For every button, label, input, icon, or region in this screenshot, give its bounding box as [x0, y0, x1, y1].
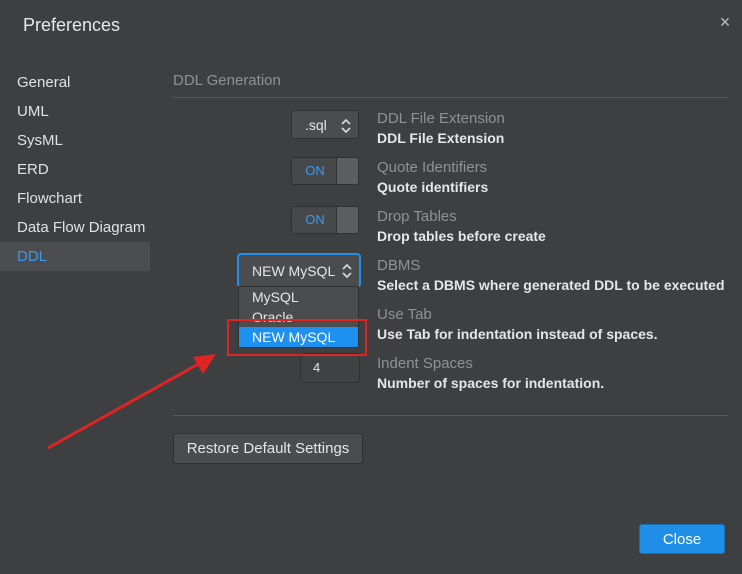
ddl-extension-select[interactable]: .sql: [291, 110, 359, 139]
updown-chevron-icon: [342, 263, 352, 279]
toggle-state-label: ON: [305, 212, 325, 227]
updown-chevron-icon: [341, 118, 351, 134]
section-title: DDL Generation: [173, 72, 281, 89]
sidebar: General UML SysML ERD Flowchart Data Flo…: [0, 68, 150, 271]
ddl-extension-label: DDL File Extension: [377, 110, 505, 127]
drop-tables-label: Drop Tables: [377, 208, 457, 225]
indent-spaces-input[interactable]: 4: [300, 353, 360, 383]
sidebar-item-general[interactable]: General: [0, 68, 150, 97]
annotation-highlight-box: [227, 319, 367, 356]
drop-tables-toggle[interactable]: ON: [291, 206, 359, 234]
toggle-knob: [336, 158, 358, 184]
divider: [173, 97, 728, 98]
close-button[interactable]: Close: [639, 524, 725, 554]
drop-tables-description: Drop tables before create: [377, 228, 546, 244]
indent-spaces-label: Indent Spaces: [377, 355, 473, 372]
dbms-select[interactable]: NEW MySQL: [238, 254, 360, 287]
indent-spaces-description: Number of spaces for indentation.: [377, 375, 605, 391]
quote-identifiers-label: Quote Identifiers: [377, 159, 488, 176]
sidebar-item-uml[interactable]: UML: [0, 97, 150, 126]
ddl-extension-description: DDL File Extension: [377, 130, 505, 146]
dbms-label: DBMS: [377, 257, 421, 274]
dbms-description: Select a DBMS where generated DDL to be …: [377, 277, 725, 293]
use-tab-label: Use Tab: [377, 306, 432, 323]
sidebar-item-data-flow-diagram[interactable]: Data Flow Diagram: [0, 213, 150, 242]
sidebar-item-ddl[interactable]: DDL: [0, 242, 150, 271]
sidebar-item-flowchart[interactable]: Flowchart: [0, 184, 150, 213]
divider: [173, 415, 728, 416]
toggle-state-label: ON: [305, 163, 325, 178]
toggle-knob: [336, 207, 358, 233]
close-icon[interactable]: ×: [716, 12, 734, 32]
ddl-extension-value: .sql: [305, 117, 327, 133]
use-tab-description: Use Tab for indentation instead of space…: [377, 326, 658, 342]
quote-identifiers-description: Quote identifiers: [377, 179, 489, 195]
dbms-value: NEW MySQL: [252, 263, 336, 279]
quote-identifiers-toggle[interactable]: ON: [291, 157, 359, 185]
dbms-option-mysql[interactable]: MySQL: [239, 287, 358, 307]
sidebar-item-erd[interactable]: ERD: [0, 155, 150, 184]
dialog-title: Preferences: [23, 15, 121, 35]
restore-default-settings-button[interactable]: Restore Default Settings: [173, 433, 363, 464]
preferences-dialog: Preferences × General UML SysML ERD Flow…: [0, 0, 742, 574]
sidebar-item-sysml[interactable]: SysML: [0, 126, 150, 155]
